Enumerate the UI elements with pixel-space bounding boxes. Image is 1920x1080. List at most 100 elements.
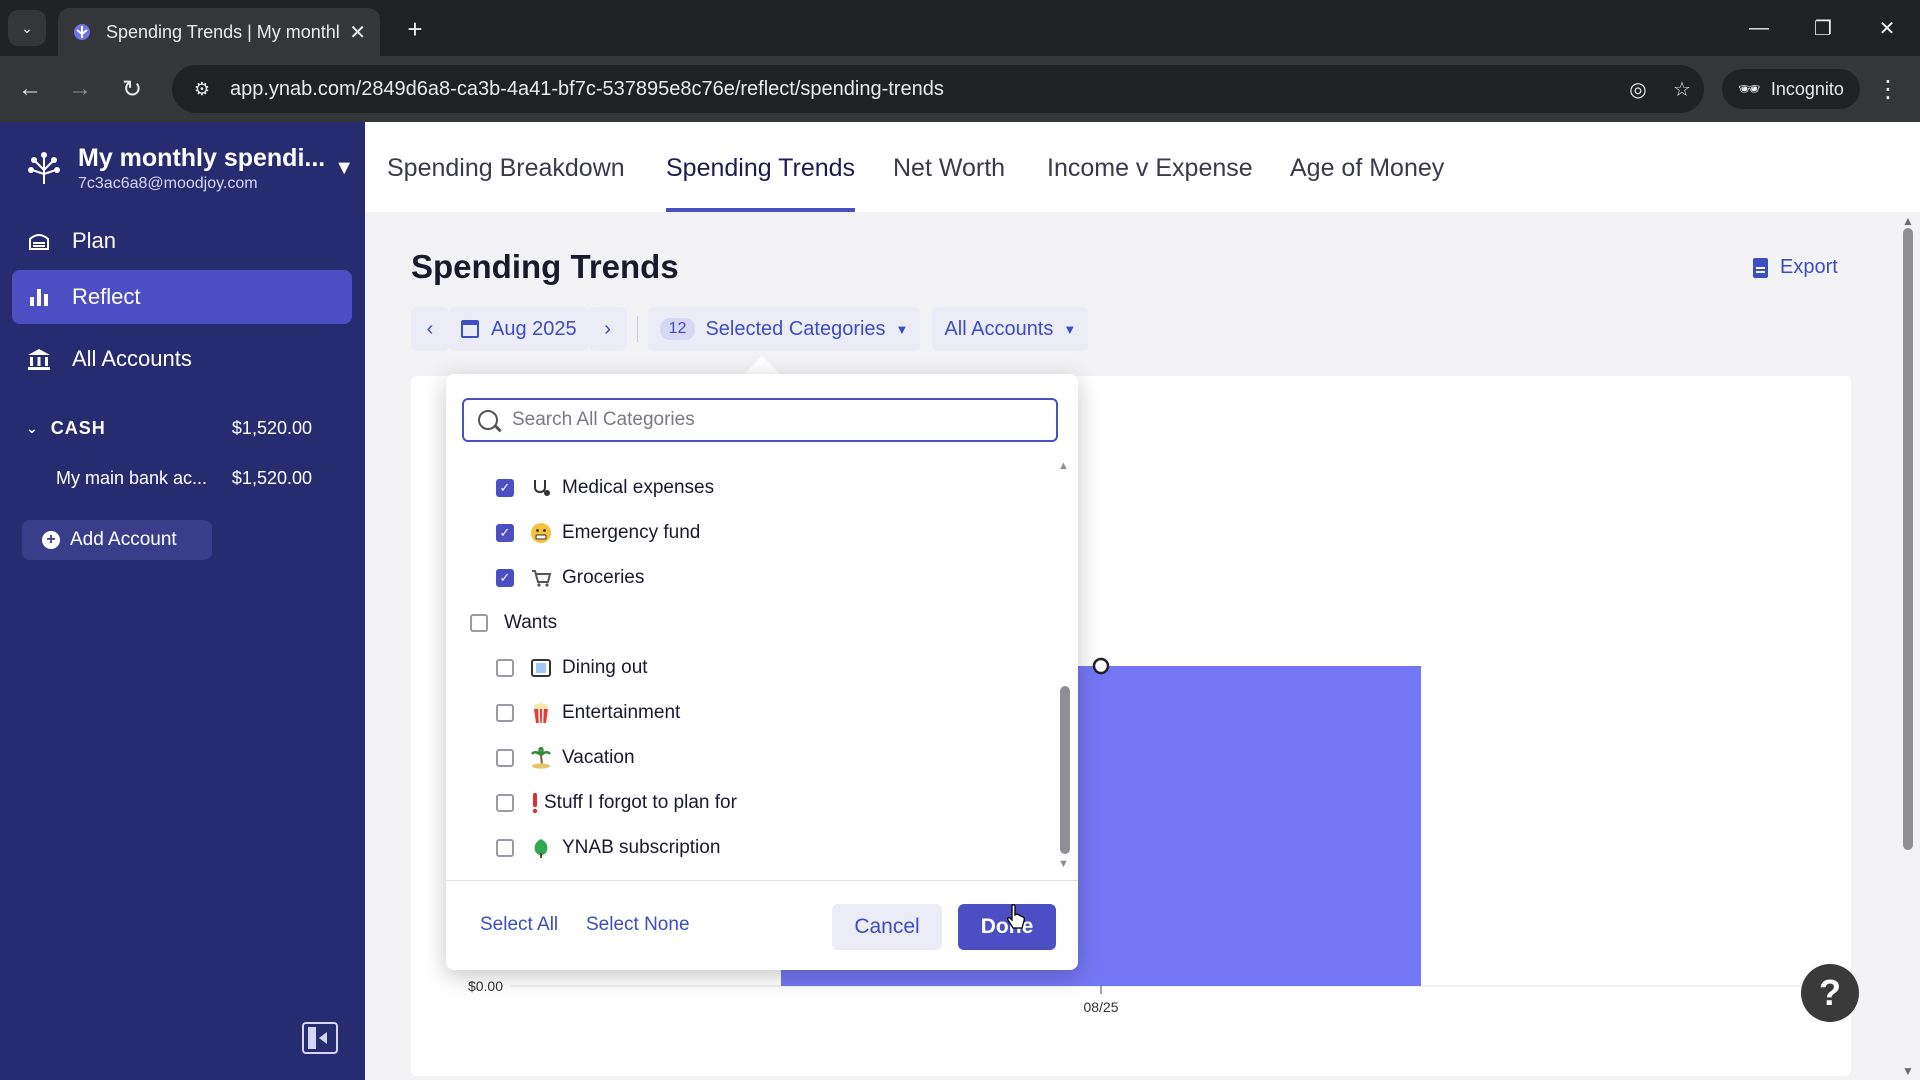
category-list-scrollbar[interactable] [1060,686,1070,854]
category-row[interactable]: Dining out [496,650,648,686]
account-name: My main bank ac... [56,468,208,488]
select-none-button[interactable]: Select None [586,914,690,936]
tab-age-of-money[interactable]: Age of Money [1290,142,1444,212]
browser-tab[interactable]: Spending Trends | My monthly ✕ [58,8,380,56]
category-label: Dining out [562,657,648,678]
category-row[interactable]: ✓ Groceries [496,560,644,596]
search-icon [478,410,498,430]
category-search-input[interactable] [512,409,1056,431]
account-group-balance: $1,520.00 [231,418,312,438]
caret-down-icon: ▼ [1063,321,1077,337]
url-text[interactable]: app.ynab.com/2849d6a8-ca3b-4a41-bf7c-537… [230,78,1616,101]
category-search-field[interactable] [462,398,1058,442]
site-info-icon[interactable]: ⚙ [182,79,222,100]
budget-email: 7c3ac6a8@moodjoy.com [78,174,258,192]
eye-off-icon[interactable]: ◎ [1616,77,1660,102]
category-group-row[interactable]: Wants [470,605,557,641]
chevron-down-icon: ⌄ [26,420,39,436]
page-scrollbar-thumb[interactable] [1903,228,1913,850]
account-group-name: CASH [50,418,106,438]
incognito-badge[interactable]: 🕶 Incognito [1722,69,1860,109]
back-icon[interactable]: ← [10,69,50,109]
category-row[interactable]: Stuff I forgot to plan for [496,785,737,821]
reflect-icon [26,284,52,310]
browser-tab-strip: ⌄ Spending Trends | My monthly ✕ + — ❐ ✕ [0,0,1920,56]
account-balance: $1,520.00 [231,468,312,488]
previous-month-button[interactable]: ‹ [411,307,449,351]
category-row[interactable]: ✓ Medical expenses [496,470,714,506]
category-row[interactable]: Entertainment [496,695,680,731]
category-checkbox[interactable] [496,749,514,767]
category-checkbox[interactable]: ✓ [496,569,514,587]
tab-spending-trends[interactable]: Spending Trends [666,142,856,212]
sidebar-item-label: Plan [72,228,117,253]
sidebar-item-label: Reflect [72,284,141,309]
category-row[interactable]: ✓ Emergency fund [496,515,700,551]
bookmark-star-icon[interactable]: ☆ [1660,77,1704,102]
category-label: Vacation [562,747,635,768]
category-checkbox[interactable] [496,704,514,722]
new-tab-button[interactable]: + [398,12,432,46]
forward-icon[interactable]: → [60,69,100,109]
tab-income-v-expense[interactable]: Income v Expense [1047,142,1253,212]
categories-filter-button[interactable]: 12 Selected Categories ▼ [647,307,921,351]
reload-icon[interactable]: ↻ [112,69,152,109]
budget-switcher[interactable]: My monthly spendi... 7c3ac6a8@moodjoy.co… [24,140,354,196]
filter-divider [636,316,638,342]
category-row[interactable]: Vacation [496,740,635,776]
restore-icon[interactable]: ❐ [1800,8,1846,48]
category-row[interactable]: YNAB subscription [496,830,720,866]
tab-spending-breakdown[interactable]: Spending Breakdown [387,142,625,212]
ynab-tree-logo-icon [28,152,60,184]
list-scroll-down-icon[interactable]: ▼ [1058,858,1069,870]
account-group-cash[interactable]: ⌄ CASH $1,520.00 [26,418,312,439]
category-checkbox[interactable] [470,614,488,632]
exclamation-icon [530,792,540,814]
grimace-emoji-icon [530,522,552,544]
close-window-icon[interactable]: ✕ [1864,8,1910,48]
category-checkbox[interactable]: ✓ [496,524,514,542]
collapse-sidebar-icon[interactable] [302,1022,338,1054]
trend-point[interactable] [1092,657,1110,675]
category-label: Groceries [562,567,645,588]
export-button[interactable]: Export [1753,256,1838,279]
sidebar-item-label: All Accounts [72,346,192,371]
filter-bar: ‹ Aug 2025 › 12 Selected Categories ▼ Al… [411,306,1089,352]
plus-circle-icon: + [42,531,60,549]
browser-menu-icon[interactable]: ⋮ [1870,71,1906,107]
incognito-label: Incognito [1770,78,1844,99]
account-row[interactable]: My main bank ac... $1,520.00 [56,468,312,489]
category-label: Emergency fund [562,522,701,543]
categories-filter-label: Selected Categories [705,317,886,340]
select-all-button[interactable]: Select All [480,914,558,936]
add-account-button[interactable]: + Add Account [22,520,212,560]
cancel-button[interactable]: Cancel [832,904,942,950]
tab-close-icon[interactable]: ✕ [349,20,366,45]
sidebar: My monthly spendi... 7c3ac6a8@moodjoy.co… [0,122,365,1080]
category-label: YNAB subscription [562,837,721,858]
category-checkbox[interactable]: ✓ [496,479,514,497]
sidebar-item-plan[interactable]: Plan [12,214,352,268]
address-bar[interactable]: ⚙ app.ynab.com/2849d6a8-ca3b-4a41-bf7c-5… [172,65,1704,113]
tab-search-button[interactable]: ⌄ [8,10,46,46]
tab-net-worth[interactable]: Net Worth [893,142,1005,212]
category-checkbox[interactable] [496,794,514,812]
report-tabs: Spending Breakdown Spending Trends Net W… [365,122,1920,212]
accounts-filter-button[interactable]: All Accounts ▼ [932,307,1089,351]
date-range-button[interactable]: Aug 2025 [449,307,589,351]
scroll-up-icon[interactable]: ▲ [1901,214,1915,228]
category-checkbox[interactable] [496,659,514,677]
category-list: ✓ Medical expenses ✓ Emergency fund ✓ Groceri… [446,458,1078,876]
chevron-left-icon: ‹ [426,317,434,340]
help-button[interactable]: ? [1801,964,1859,1022]
list-scroll-up-icon[interactable]: ▲ [1058,460,1069,472]
incognito-icon: 🕶 [1738,78,1761,99]
scroll-down-icon[interactable]: ▼ [1901,1064,1915,1078]
sidebar-item-all-accounts[interactable]: All Accounts [12,332,352,386]
next-month-button[interactable]: › [588,307,627,351]
category-filter-popover: ✓ Medical expenses ✓ Emergency fund ✓ Groceri… [446,374,1078,970]
sidebar-item-reflect[interactable]: Reflect [12,270,352,324]
category-checkbox[interactable] [496,839,514,857]
category-label: Wants [504,612,558,633]
minimize-icon[interactable]: — [1736,8,1782,48]
